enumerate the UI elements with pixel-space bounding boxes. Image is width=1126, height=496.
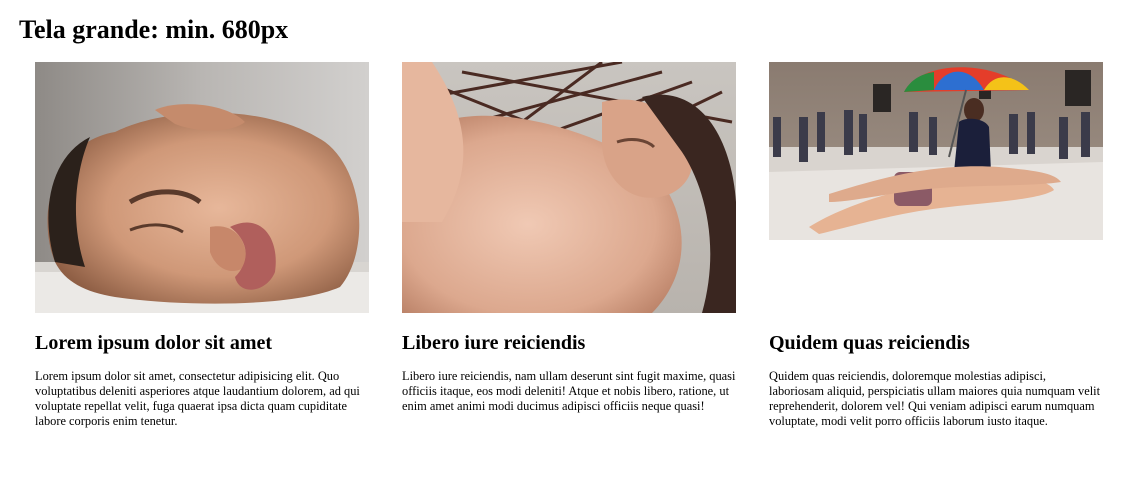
card-3: Quidem quas reiciendis Quidem quas reici… <box>769 62 1103 428</box>
card-2: Libero iure reiciendis Libero iure reici… <box>402 62 736 413</box>
card-3-text: Quidem quas reiciendis, doloremque moles… <box>769 369 1101 428</box>
card-1-image <box>35 62 369 313</box>
card-2-image <box>402 62 736 313</box>
card-1-title: Lorem ipsum dolor sit amet <box>35 332 273 354</box>
card-1-text: Lorem ipsum dolor sit amet, consectetur … <box>35 369 360 428</box>
card-3-image <box>769 62 1103 240</box>
card-3-title: Quidem quas reiciendis <box>769 332 970 354</box>
card-2-title: Libero iure reiciendis <box>402 332 586 354</box>
card-2-text: Libero iure reiciendis, nam ullam deseru… <box>402 369 736 413</box>
card-1: Lorem ipsum dolor sit amet Lorem ipsum d… <box>35 62 369 428</box>
page-title: Tela grande: min. 680px <box>19 15 289 44</box>
